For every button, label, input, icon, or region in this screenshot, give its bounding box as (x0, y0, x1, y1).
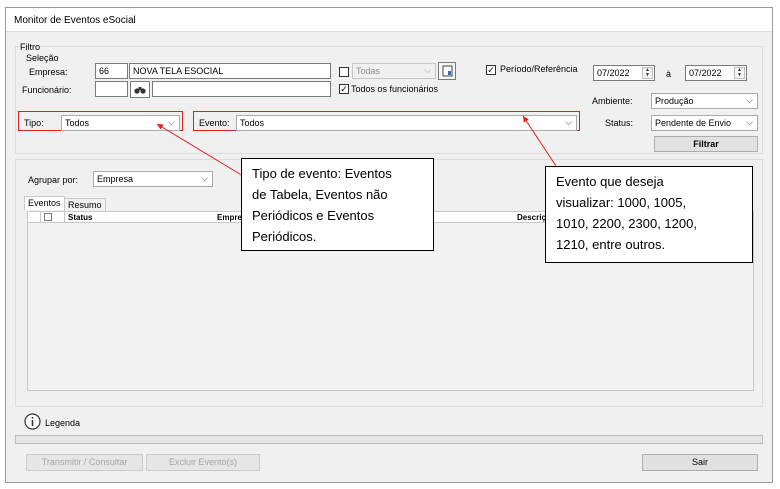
tipo-arrow (156, 123, 244, 177)
evento-arrow (522, 115, 557, 167)
callout-line: Evento que deseja (556, 174, 664, 189)
callout-line: de Tabela, Eventos não (252, 187, 388, 202)
callout-line: Periódicos. (252, 229, 317, 244)
callout-line: visualizar: 1000, 1005, (556, 195, 687, 210)
tipo-callout: Tipo de evento: Eventos de Tabela, Event… (241, 158, 434, 251)
callout-line: 1210, entre outros. (556, 237, 666, 252)
callout-line: Tipo de evento: Eventos (252, 166, 392, 181)
callout-line: Periódicos e Eventos (252, 208, 375, 223)
callout-line: 1010, 2200, 2300, 1200, (556, 216, 697, 231)
evento-callout: Evento que deseja visualizar: 1000, 1005… (545, 166, 753, 263)
